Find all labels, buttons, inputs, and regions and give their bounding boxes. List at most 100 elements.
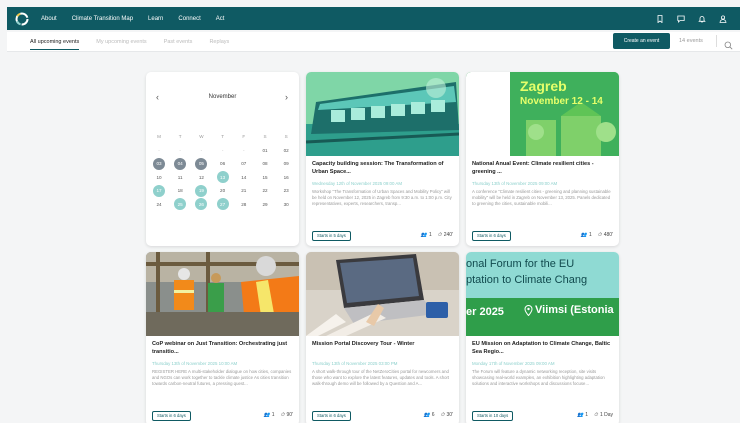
search-icon[interactable] — [724, 37, 733, 50]
event-card[interactable]: Capacity building session: The Transform… — [306, 72, 459, 246]
weekday-label: T — [221, 133, 224, 139]
weekday-label: M — [157, 133, 161, 139]
calendar-month: November — [208, 94, 237, 100]
participants: 👥 1 — [264, 412, 275, 418]
calendar-day: - — [179, 147, 181, 153]
calendar-day[interactable]: 17 — [153, 184, 165, 197]
tab-all-upcoming-events[interactable]: All upcoming events — [30, 32, 80, 52]
participants: 👥 6 — [424, 412, 435, 418]
duration-value: 90' — [286, 412, 293, 418]
divider — [716, 35, 717, 47]
clock-icon: ⏱ — [594, 412, 598, 418]
banner-line-2: ptation to Climate Chang — [466, 274, 588, 286]
event-title[interactable]: National Anual Event: Climate resilient … — [472, 161, 613, 177]
calendar-day[interactable]: 25 — [174, 198, 187, 210]
event-card[interactable]: Zagreb November 12 - 14 National Anual E… — [466, 72, 619, 246]
bookmark-icon[interactable] — [656, 14, 664, 23]
banner-line-1: onal Forum for the EU — [466, 258, 575, 270]
create-event-button[interactable]: Create an event — [613, 33, 670, 49]
event-filter-bar: All upcoming events My upcoming events P… — [7, 32, 740, 52]
participants: 👥 1 — [577, 412, 588, 418]
event-card[interactable]: onal Forum for the EU ptation to Climate… — [466, 252, 619, 423]
event-count: 14 events — [679, 38, 703, 44]
weekday-label: W — [199, 133, 204, 139]
calendar-day: 06 — [220, 161, 226, 166]
event-title[interactable]: CoP webinar on Just Transition: Orchestr… — [152, 341, 293, 357]
event-title[interactable]: Mission Portal Discovery Tour - Winter — [312, 341, 453, 357]
chat-icon[interactable] — [677, 15, 685, 23]
event-title[interactable]: EU Mission on Adaptation to Climate Chan… — [472, 341, 613, 357]
tab-past-events[interactable]: Past events — [164, 32, 193, 52]
event-description: REGISTER HERE A multi-stakeholder dialog… — [152, 369, 292, 386]
weekday-label: S — [284, 133, 288, 139]
people-icon: 👥 — [580, 232, 588, 238]
calendar-day: 29 — [262, 201, 268, 207]
starts-in-badge[interactable]: Starts in 6 days — [472, 231, 511, 241]
banner-location: Viimsi (Estonia — [524, 304, 614, 316]
event-date: Thursday 13th of November 2025 10:00 AM — [152, 361, 238, 366]
banner-date: er 2025 — [466, 306, 504, 318]
participants: 👥 1 — [421, 232, 432, 238]
image-caption-dates: November 12 - 14 — [520, 96, 603, 107]
nav-climate-transition-map[interactable]: Climate Transition Map — [72, 16, 133, 22]
weekday-label: S — [263, 133, 267, 139]
event-date: Thursday 13th of November 2025 03:00 PM — [312, 361, 398, 366]
duration-value: 240' — [443, 232, 453, 238]
calendar-day: 08 — [262, 161, 268, 166]
event-description: Workshop "The Transformation of Urban Sp… — [312, 189, 452, 206]
participant-count: 1 — [429, 232, 432, 238]
starts-in-badge[interactable]: Starts in 6 days — [312, 411, 351, 421]
calendar-day: 01 — [262, 147, 268, 153]
people-icon: 👥 — [577, 412, 584, 418]
event-card[interactable]: CoP webinar on Just Transition: Orchestr… — [146, 252, 299, 423]
bell-icon[interactable] — [698, 15, 706, 23]
event-date: Monday 17th of November 2025 09:00 AM — [472, 361, 555, 366]
clock-icon: ⏱ — [437, 232, 442, 238]
participant-count: 1 — [585, 412, 589, 418]
event-title[interactable]: Capacity building session: The Transform… — [312, 161, 453, 177]
nav-learn[interactable]: Learn — [148, 16, 163, 22]
calendar-day[interactable]: 13 — [216, 171, 229, 183]
image-caption-city: Zagreb — [520, 78, 567, 94]
clock-icon: ⏱ — [280, 412, 285, 418]
calendar-widget: ‹ November › M T W T F S S - - - - -01 02 03 04 05 06 07 0… — [146, 72, 299, 246]
tab-replays[interactable]: Replays — [209, 32, 229, 52]
duration: ⏱ 480' — [598, 232, 613, 238]
event-description: A short walk-through tour of the NetZero… — [312, 369, 450, 386]
weekday-label: F — [242, 133, 246, 139]
duration-value: 480' — [603, 232, 613, 238]
event-image-zagreb: Zagreb November 12 - 14 — [466, 72, 619, 156]
calendar-day: 20 — [220, 188, 226, 193]
calendar-day[interactable]: 26 — [195, 198, 208, 210]
event-image-tram — [306, 72, 459, 156]
calendar-day[interactable]: 04 — [174, 157, 187, 170]
event-image-construction-workers — [146, 252, 299, 336]
nav-about[interactable]: About — [41, 16, 57, 22]
people-icon: 👥 — [263, 412, 270, 418]
nav-act[interactable]: Act — [216, 16, 225, 22]
duration-value: 1 Day — [599, 412, 613, 418]
starts-in-badge[interactable]: Starts in 5 days — [312, 231, 351, 241]
participant-count: 1 — [271, 412, 275, 418]
chevron-right-icon[interactable]: › — [285, 92, 288, 102]
calendar-day[interactable]: 05 — [195, 157, 208, 170]
calendar-day[interactable]: 03 — [153, 157, 165, 170]
calendar-day: 30 — [283, 201, 289, 207]
nav-connect[interactable]: Connect — [178, 16, 200, 22]
calendar-day: 18 — [177, 188, 183, 193]
starts-in-badge[interactable]: Starts in 6 days — [152, 411, 191, 421]
location-pin-icon — [524, 304, 533, 316]
calendar-day: 10 — [156, 174, 162, 180]
event-description: The Forum will feature a dynamic network… — [472, 369, 605, 386]
user-icon[interactable] — [719, 14, 727, 23]
logo-icon[interactable] — [15, 12, 29, 26]
calendar-day[interactable]: 27 — [216, 198, 229, 210]
calendar-day: - — [221, 147, 224, 153]
tab-my-upcoming-events[interactable]: My upcoming events — [96, 32, 146, 52]
duration-value: 30' — [446, 412, 453, 418]
calendar-day[interactable]: 19 — [195, 184, 208, 197]
event-image-forum-banner: onal Forum for the EU ptation to Climate… — [466, 252, 619, 336]
starts-in-badge[interactable]: Starts in 10 days — [472, 411, 514, 421]
event-card[interactable]: Mission Portal Discovery Tour - Winter T… — [306, 252, 459, 423]
participants: 👥 1 — [581, 232, 592, 238]
